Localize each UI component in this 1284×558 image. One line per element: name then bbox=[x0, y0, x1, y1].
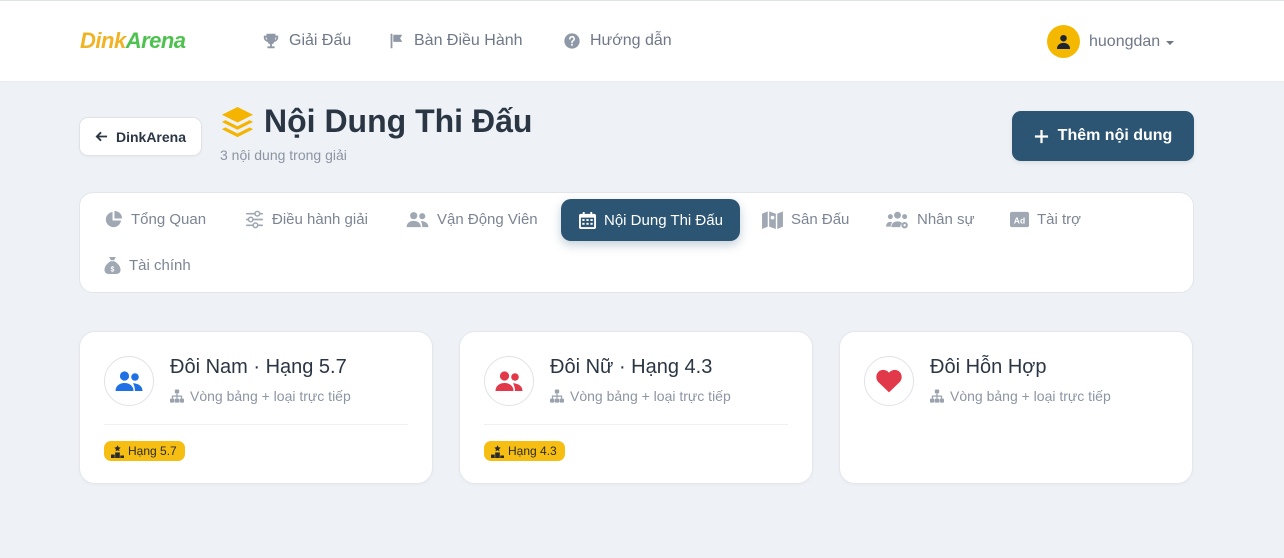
tab-label: Nhân sự bbox=[917, 210, 975, 228]
nav-link-tournaments[interactable]: Giải Đấu bbox=[262, 30, 351, 52]
event-card-mens-doubles[interactable]: Đôi Nam · Hạng 5.7 Vòng bảng + loại trực… bbox=[79, 331, 433, 484]
page-subtitle: 3 nội dung trong giải bbox=[220, 147, 347, 163]
level-badge-label: Hạng 4.3 bbox=[508, 444, 557, 458]
sliders-icon bbox=[245, 210, 264, 228]
tab-label: Sân Đấu bbox=[791, 210, 850, 228]
tab-sponsors[interactable]: Ad Tài trợ bbox=[1010, 198, 1081, 240]
dinkarena-logo[interactable]: DinkArena bbox=[80, 28, 186, 54]
chart-pie-icon bbox=[105, 210, 123, 227]
question-circle-icon bbox=[564, 33, 580, 49]
user-group-icon bbox=[495, 371, 523, 391]
calendar-icon bbox=[579, 211, 596, 229]
user-menu[interactable]: huongdan bbox=[1047, 25, 1175, 58]
user-group-icon bbox=[406, 211, 429, 227]
divider bbox=[104, 424, 408, 425]
event-name: Đôi Nữ · Hạng 4.3 bbox=[550, 356, 713, 378]
user-icon bbox=[1056, 34, 1071, 49]
event-card-mixed-doubles[interactable]: Đôi Hỗn Hợp Vòng bảng + loại trực tiếp bbox=[839, 331, 1193, 484]
event-format: Vòng bảng + loại trực tiếp bbox=[930, 388, 1111, 404]
top-navbar: DinkArena Giải Đấu Bàn Điều Hành Hướng d… bbox=[0, 0, 1284, 81]
users-gear-icon bbox=[886, 211, 908, 228]
nav-link-label: Giải Đấu bbox=[289, 32, 352, 49]
level-badge: Hạng 5.7 bbox=[104, 441, 185, 461]
event-format-label: Vòng bảng + loại trực tiếp bbox=[950, 388, 1111, 404]
nav-link-label: Hướng dẫn bbox=[590, 32, 672, 49]
page-title: Nội Dung Thi Đấu bbox=[264, 103, 533, 139]
tab-tournament-control[interactable]: Điều hành giải bbox=[245, 198, 368, 240]
layers-icon bbox=[221, 106, 254, 138]
tab-label: Tài trợ bbox=[1037, 210, 1082, 228]
event-format: Vòng bảng + loại trực tiếp bbox=[170, 388, 351, 404]
event-icon-wrapper bbox=[864, 356, 914, 406]
tab-overview[interactable]: Tổng Quan bbox=[104, 198, 206, 240]
map-icon bbox=[762, 210, 783, 229]
event-name: Đôi Hỗn Hợp bbox=[930, 356, 1047, 378]
tab-courts[interactable]: Sân Đấu bbox=[762, 198, 849, 240]
add-event-button[interactable]: Thêm nội dung bbox=[1012, 111, 1194, 161]
tab-finance[interactable]: $ Tài chính bbox=[104, 244, 191, 286]
tab-label: Nội Dung Thi Đấu bbox=[604, 211, 723, 229]
username: huongdan bbox=[1089, 32, 1161, 50]
back-button[interactable]: DinkArena bbox=[79, 117, 202, 156]
sitemap-icon bbox=[930, 389, 944, 403]
avatar bbox=[1047, 25, 1080, 58]
chevron-down-icon bbox=[1166, 40, 1175, 45]
ad-icon: Ad bbox=[1010, 211, 1029, 227]
level-badge: Hạng 4.3 bbox=[484, 441, 565, 461]
tab-label: Điều hành giải bbox=[272, 210, 368, 228]
tab-label: Tổng Quan bbox=[131, 210, 207, 228]
svg-text:Ad: Ad bbox=[1014, 215, 1025, 225]
event-icon-wrapper bbox=[484, 356, 534, 406]
ranking-star-icon bbox=[111, 444, 124, 458]
money-bag-icon: $ bbox=[104, 256, 121, 274]
sitemap-icon bbox=[550, 389, 564, 403]
arrow-left-icon bbox=[95, 131, 108, 142]
event-name: Đôi Nam · Hạng 5.7 bbox=[170, 356, 347, 378]
sitemap-icon bbox=[170, 389, 184, 403]
logo-text-dink: Dink bbox=[80, 28, 126, 53]
event-icon-wrapper bbox=[104, 356, 154, 406]
divider bbox=[484, 424, 788, 425]
flag-icon bbox=[390, 33, 403, 49]
user-group-icon bbox=[115, 371, 143, 391]
event-format-label: Vòng bảng + loại trực tiếp bbox=[570, 388, 731, 404]
tournament-tabs: Tổng Quan Điều hành giải Vận Động Viên N… bbox=[79, 192, 1194, 293]
event-format: Vòng bảng + loại trực tiếp bbox=[550, 388, 731, 404]
svg-text:$: $ bbox=[111, 265, 115, 273]
nav-link-label: Bàn Điều Hành bbox=[414, 32, 523, 49]
tab-label: Tài chính bbox=[129, 256, 191, 274]
trophy-icon bbox=[263, 33, 279, 49]
plus-icon bbox=[1034, 129, 1048, 143]
back-button-label: DinkArena bbox=[115, 128, 187, 145]
add-event-button-label: Thêm nội dung bbox=[1057, 127, 1173, 144]
event-card-womens-doubles[interactable]: Đôi Nữ · Hạng 4.3 Vòng bảng + loại trực … bbox=[459, 331, 813, 484]
logo-text-arena: Arena bbox=[125, 28, 186, 53]
nav-link-guide[interactable]: Hướng dẫn bbox=[563, 30, 672, 52]
tab-staff[interactable]: Nhân sự bbox=[886, 198, 975, 240]
ranking-star-icon bbox=[491, 444, 504, 458]
tab-label: Vận Động Viên bbox=[437, 210, 538, 228]
tab-athletes[interactable]: Vận Động Viên bbox=[406, 198, 538, 240]
tab-events[interactable]: Nội Dung Thi Đấu bbox=[561, 199, 740, 241]
event-format-label: Vòng bảng + loại trực tiếp bbox=[190, 388, 351, 404]
heart-icon bbox=[876, 369, 902, 393]
level-badge-label: Hạng 5.7 bbox=[128, 444, 177, 458]
nav-link-control-desk[interactable]: Bàn Điều Hành bbox=[387, 30, 523, 52]
